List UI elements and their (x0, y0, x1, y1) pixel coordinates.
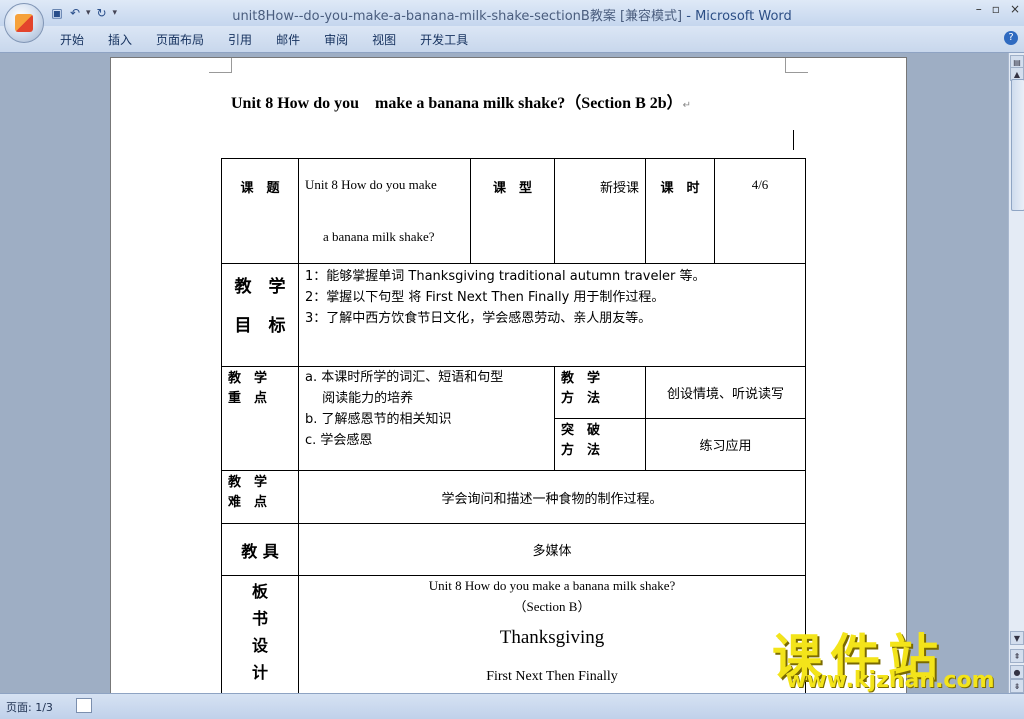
window-controls: – ▫ × (976, 2, 1020, 16)
method-label-2: 方 法 (561, 391, 601, 406)
hours-label: 课 时 (645, 158, 715, 264)
close-button[interactable]: × (1010, 2, 1020, 16)
paragraph-mark: ↵ (682, 100, 692, 111)
topic-label: 课 题 (221, 158, 299, 264)
tab-developer[interactable]: 开发工具 (420, 31, 482, 48)
method-label-cell: 教 学 方 法 (554, 366, 646, 419)
window-title: unit8How--do-you-make-a-banana-milk-shak… (0, 5, 1024, 24)
objective-item: 2：掌握以下句型 将 First Next Then Finally 用于制作过… (305, 290, 665, 305)
topic-value-cell: Unit 8 How do you make a banana milk sha… (298, 158, 471, 264)
proofing-icon[interactable] (76, 698, 92, 713)
maximize-button[interactable]: ▫ (992, 2, 1000, 16)
document-page[interactable]: Unit 8 How do you make a banana milk sha… (110, 57, 907, 693)
method-value: 创设情境、听说读写 (645, 366, 806, 419)
key-points-label-cell: 教 学 重 点 (221, 366, 299, 471)
key-points-cell: a. 本课时所学的词汇、短语和句型 阅读能力的培养 b. 了解感恩节的相关知识 … (298, 366, 555, 471)
key-point-item: c. 学会感恩 (305, 433, 373, 448)
office-button[interactable] (4, 3, 44, 43)
board-design-char: 书 (251, 609, 268, 628)
ribbon: 开始 插入 页面布局 引用 邮件 审阅 视图 开发工具 ? (0, 26, 1024, 53)
text-cursor (793, 130, 794, 150)
app-name: - Microsoft Word (682, 9, 792, 24)
board-design-char: 计 (251, 663, 268, 682)
objective-item: 1：能够掌握单词 Thanksgiving traditional autumn… (305, 269, 706, 284)
method-label-1: 教 学 (561, 371, 601, 386)
breakthrough-label-1: 突 破 (561, 423, 601, 438)
board-line-3: Thanksgiving (499, 627, 605, 648)
tab-review[interactable]: 审阅 (324, 31, 362, 48)
status-bar: 页面: 1/3 (0, 693, 1024, 719)
board-design-char: 设 (251, 636, 268, 655)
key-point-item: b. 了解感恩节的相关知识 (305, 412, 452, 427)
board-design-char: 板 (251, 582, 268, 601)
tab-home[interactable]: 开始 (60, 31, 98, 48)
minimize-button[interactable]: – (976, 2, 982, 16)
objectives-label-2: 目 标 (234, 316, 286, 336)
type-label: 课 型 (470, 158, 555, 264)
key-points-label-1: 教 学 (228, 371, 268, 386)
objectives-cell: 1：能够掌握单词 Thanksgiving traditional autumn… (298, 263, 806, 367)
watermark: 课件站 www.kjzhan.com (772, 618, 1008, 696)
key-point-item: a. 本课时所学的词汇、短语和句型 (305, 370, 504, 385)
select-browse-object-icon[interactable]: ● (1010, 665, 1024, 679)
board-line-2: （Section B） (513, 599, 591, 614)
vertical-scrollbar[interactable]: ▤ ▲ ▼ ⇞ ● ⇟ (1008, 53, 1024, 693)
previous-page-icon[interactable]: ⇞ (1010, 649, 1024, 663)
tab-references[interactable]: 引用 (228, 31, 266, 48)
breakthrough-value: 练习应用 (645, 418, 806, 471)
document-title-text: Unit 8 How do you make a banana milk sha… (231, 95, 683, 112)
objectives-label-1: 教 学 (234, 277, 286, 297)
topic-value-line1: Unit 8 How do you make (305, 177, 437, 192)
teaching-aids-label: 教 具 (221, 523, 299, 576)
tab-page-layout[interactable]: 页面布局 (156, 31, 218, 48)
board-line-4: First Next Then Finally (486, 669, 618, 684)
next-page-icon[interactable]: ⇟ (1010, 679, 1024, 693)
key-point-item: 阅读能力的培养 (305, 391, 414, 406)
difficulty-label-2: 难 点 (228, 495, 268, 510)
document-title: Unit 8 How do you make a banana milk sha… (231, 89, 691, 113)
breakthrough-label-2: 方 法 (561, 443, 601, 458)
margin-corner-right (785, 58, 808, 73)
difficulty-label-1: 教 学 (228, 475, 268, 490)
teaching-aids-value: 多媒体 (298, 523, 806, 576)
tab-view[interactable]: 视图 (372, 31, 410, 48)
help-icon[interactable]: ? (1004, 31, 1018, 45)
board-design-label-cell: 板 书 设 计 (221, 575, 299, 693)
tab-insert[interactable]: 插入 (108, 31, 146, 48)
watermark-url: www.kjzhan.com (786, 668, 995, 693)
hours-value: 4/6 (714, 158, 806, 264)
difficulty-value: 学会询问和描述一种食物的制作过程。 (298, 470, 806, 524)
tab-mailings[interactable]: 邮件 (276, 31, 314, 48)
lesson-plan-table: 课 题 Unit 8 How do you make a banana milk… (221, 158, 806, 693)
type-value: 新授课 (554, 158, 646, 264)
title-bar: ▣ ↶ ▾ ↻ ▾ unit8How--do-you-make-a-banana… (0, 0, 1024, 43)
page-count[interactable]: 页面: 1/3 (6, 699, 53, 715)
document-name: unit8How--do-you-make-a-banana-milk-shak… (232, 9, 683, 24)
topic-value-line2: a banana milk shake? (323, 229, 435, 244)
document-workspace: Unit 8 How do you make a banana milk sha… (0, 53, 1008, 693)
scroll-down-icon[interactable]: ▼ (1010, 631, 1024, 645)
margin-corner-left (209, 58, 232, 73)
objectives-label-cell: 教 学 目 标 (221, 263, 299, 367)
difficulty-label-cell: 教 学 难 点 (221, 470, 299, 524)
breakthrough-label-cell: 突 破 方 法 (554, 418, 646, 471)
office-logo-icon (15, 14, 33, 32)
ribbon-tabs: 开始 插入 页面布局 引用 邮件 审阅 视图 开发工具 (60, 31, 492, 48)
objective-item: 3：了解中西方饮食节日文化，学会感恩劳动、亲人朋友等。 (305, 311, 652, 326)
board-line-1: Unit 8 How do you make a banana milk sha… (428, 578, 676, 593)
board-design-cell: Unit 8 How do you make a banana milk sha… (298, 575, 806, 693)
scroll-thumb[interactable] (1011, 79, 1024, 211)
key-points-label-2: 重 点 (228, 391, 268, 406)
